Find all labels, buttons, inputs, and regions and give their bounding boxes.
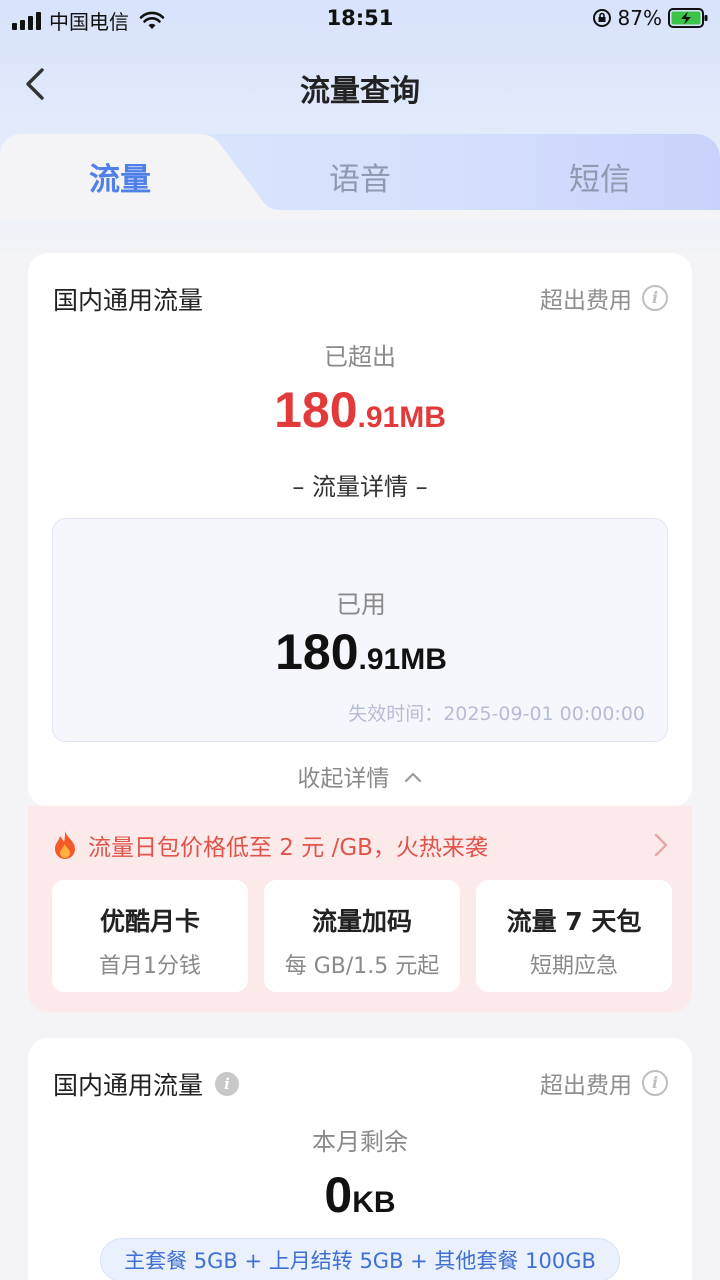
exceeded-label: 已超出 (324, 343, 396, 371)
exceeded-value: 180.91MB (274, 382, 446, 438)
navigation-bar: 流量查询 (0, 52, 720, 116)
info-icon[interactable]: i (642, 285, 668, 311)
chevron-right-icon[interactable] (652, 832, 670, 858)
promo-item-title: 优酷月卡 (99, 907, 200, 936)
info-icon[interactable]: i (215, 1072, 240, 1096)
promo-headline-link[interactable]: 流量日包价格低至 2 元 /GB，火热来袭 (52, 828, 488, 862)
battery-charging-icon (668, 8, 708, 28)
page-title: 流量查询 (300, 74, 420, 109)
info-icon[interactable]: i (642, 1070, 668, 1096)
tab-sms[interactable]: 短信 (480, 154, 720, 199)
fire-icon (55, 831, 75, 859)
used-value: 180.91MB (275, 624, 447, 680)
promo-item-subtitle: 每 GB/1.5 元起 (284, 954, 440, 979)
usage-card: 国内通用流量 超出费用 i 已超出 180.91MB – 流量详情 – 已用 1… (28, 253, 692, 807)
tab-data[interactable]: 流量 (0, 154, 240, 199)
promo-item-title: 流量加码 (311, 907, 412, 936)
promo-item-youku[interactable]: 优酷月卡 首月1分钱 (52, 880, 248, 992)
remain-value: 0KB (324, 1167, 396, 1223)
exceed-fee-label: 超出费用 (540, 288, 632, 314)
remaining-card: 国内通用流量 i 超出费用 i 本月剩余 0KB 主套餐 5GB + 上月结转 … (28, 1038, 692, 1280)
detail-heading: – 流量详情 – (292, 473, 428, 501)
promo-headline: 流量日包价格低至 2 元 /GB，火热来袭 (88, 835, 488, 861)
remaining-card-title: 国内通用流量 i (53, 1066, 240, 1102)
promo-item-data-boost[interactable]: 流量加码 每 GB/1.5 元起 (264, 880, 460, 992)
chevron-up-icon (404, 772, 421, 783)
collapse-details-button[interactable]: 收起详情 (28, 759, 692, 793)
exceed-fee-label: 超出费用 (540, 1073, 632, 1099)
usage-detail-box: 已用 180.91MB 失效时间：2025-09-01 00:00:00 (52, 518, 668, 742)
card-title: 国内通用流量 (53, 286, 204, 315)
tab-voice[interactable]: 语音 (240, 154, 480, 199)
used-label: 已用 (335, 590, 386, 619)
battery-percent: 87% (617, 6, 662, 30)
exceed-fee-link[interactable]: 超出费用 i (540, 281, 668, 315)
promo-item-subtitle: 首月1分钱 (99, 954, 201, 979)
remain-label: 本月剩余 (312, 1128, 408, 1156)
promo-banner: 流量日包价格低至 2 元 /GB，火热来袭 优酷月卡 首月1分钱 流量加码 每 … (28, 806, 692, 1012)
status-bar: 中国电信 18:51 87% (0, 0, 720, 40)
expire-time: 失效时间：2025-09-01 00:00:00 (348, 703, 645, 725)
promo-item-7day-pack[interactable]: 流量 7 天包 短期应急 (476, 880, 672, 992)
exceed-fee-link[interactable]: 超出费用 i (540, 1066, 668, 1100)
promo-item-title: 流量 7 天包 (506, 907, 642, 936)
rotation-lock-icon (592, 9, 611, 27)
promo-item-subtitle: 短期应急 (529, 954, 618, 979)
tab-bar: 流量 语音 短信 (0, 134, 720, 220)
plan-summary: 主套餐 5GB + 上月结转 5GB + 其他套餐 100GB (100, 1238, 620, 1280)
